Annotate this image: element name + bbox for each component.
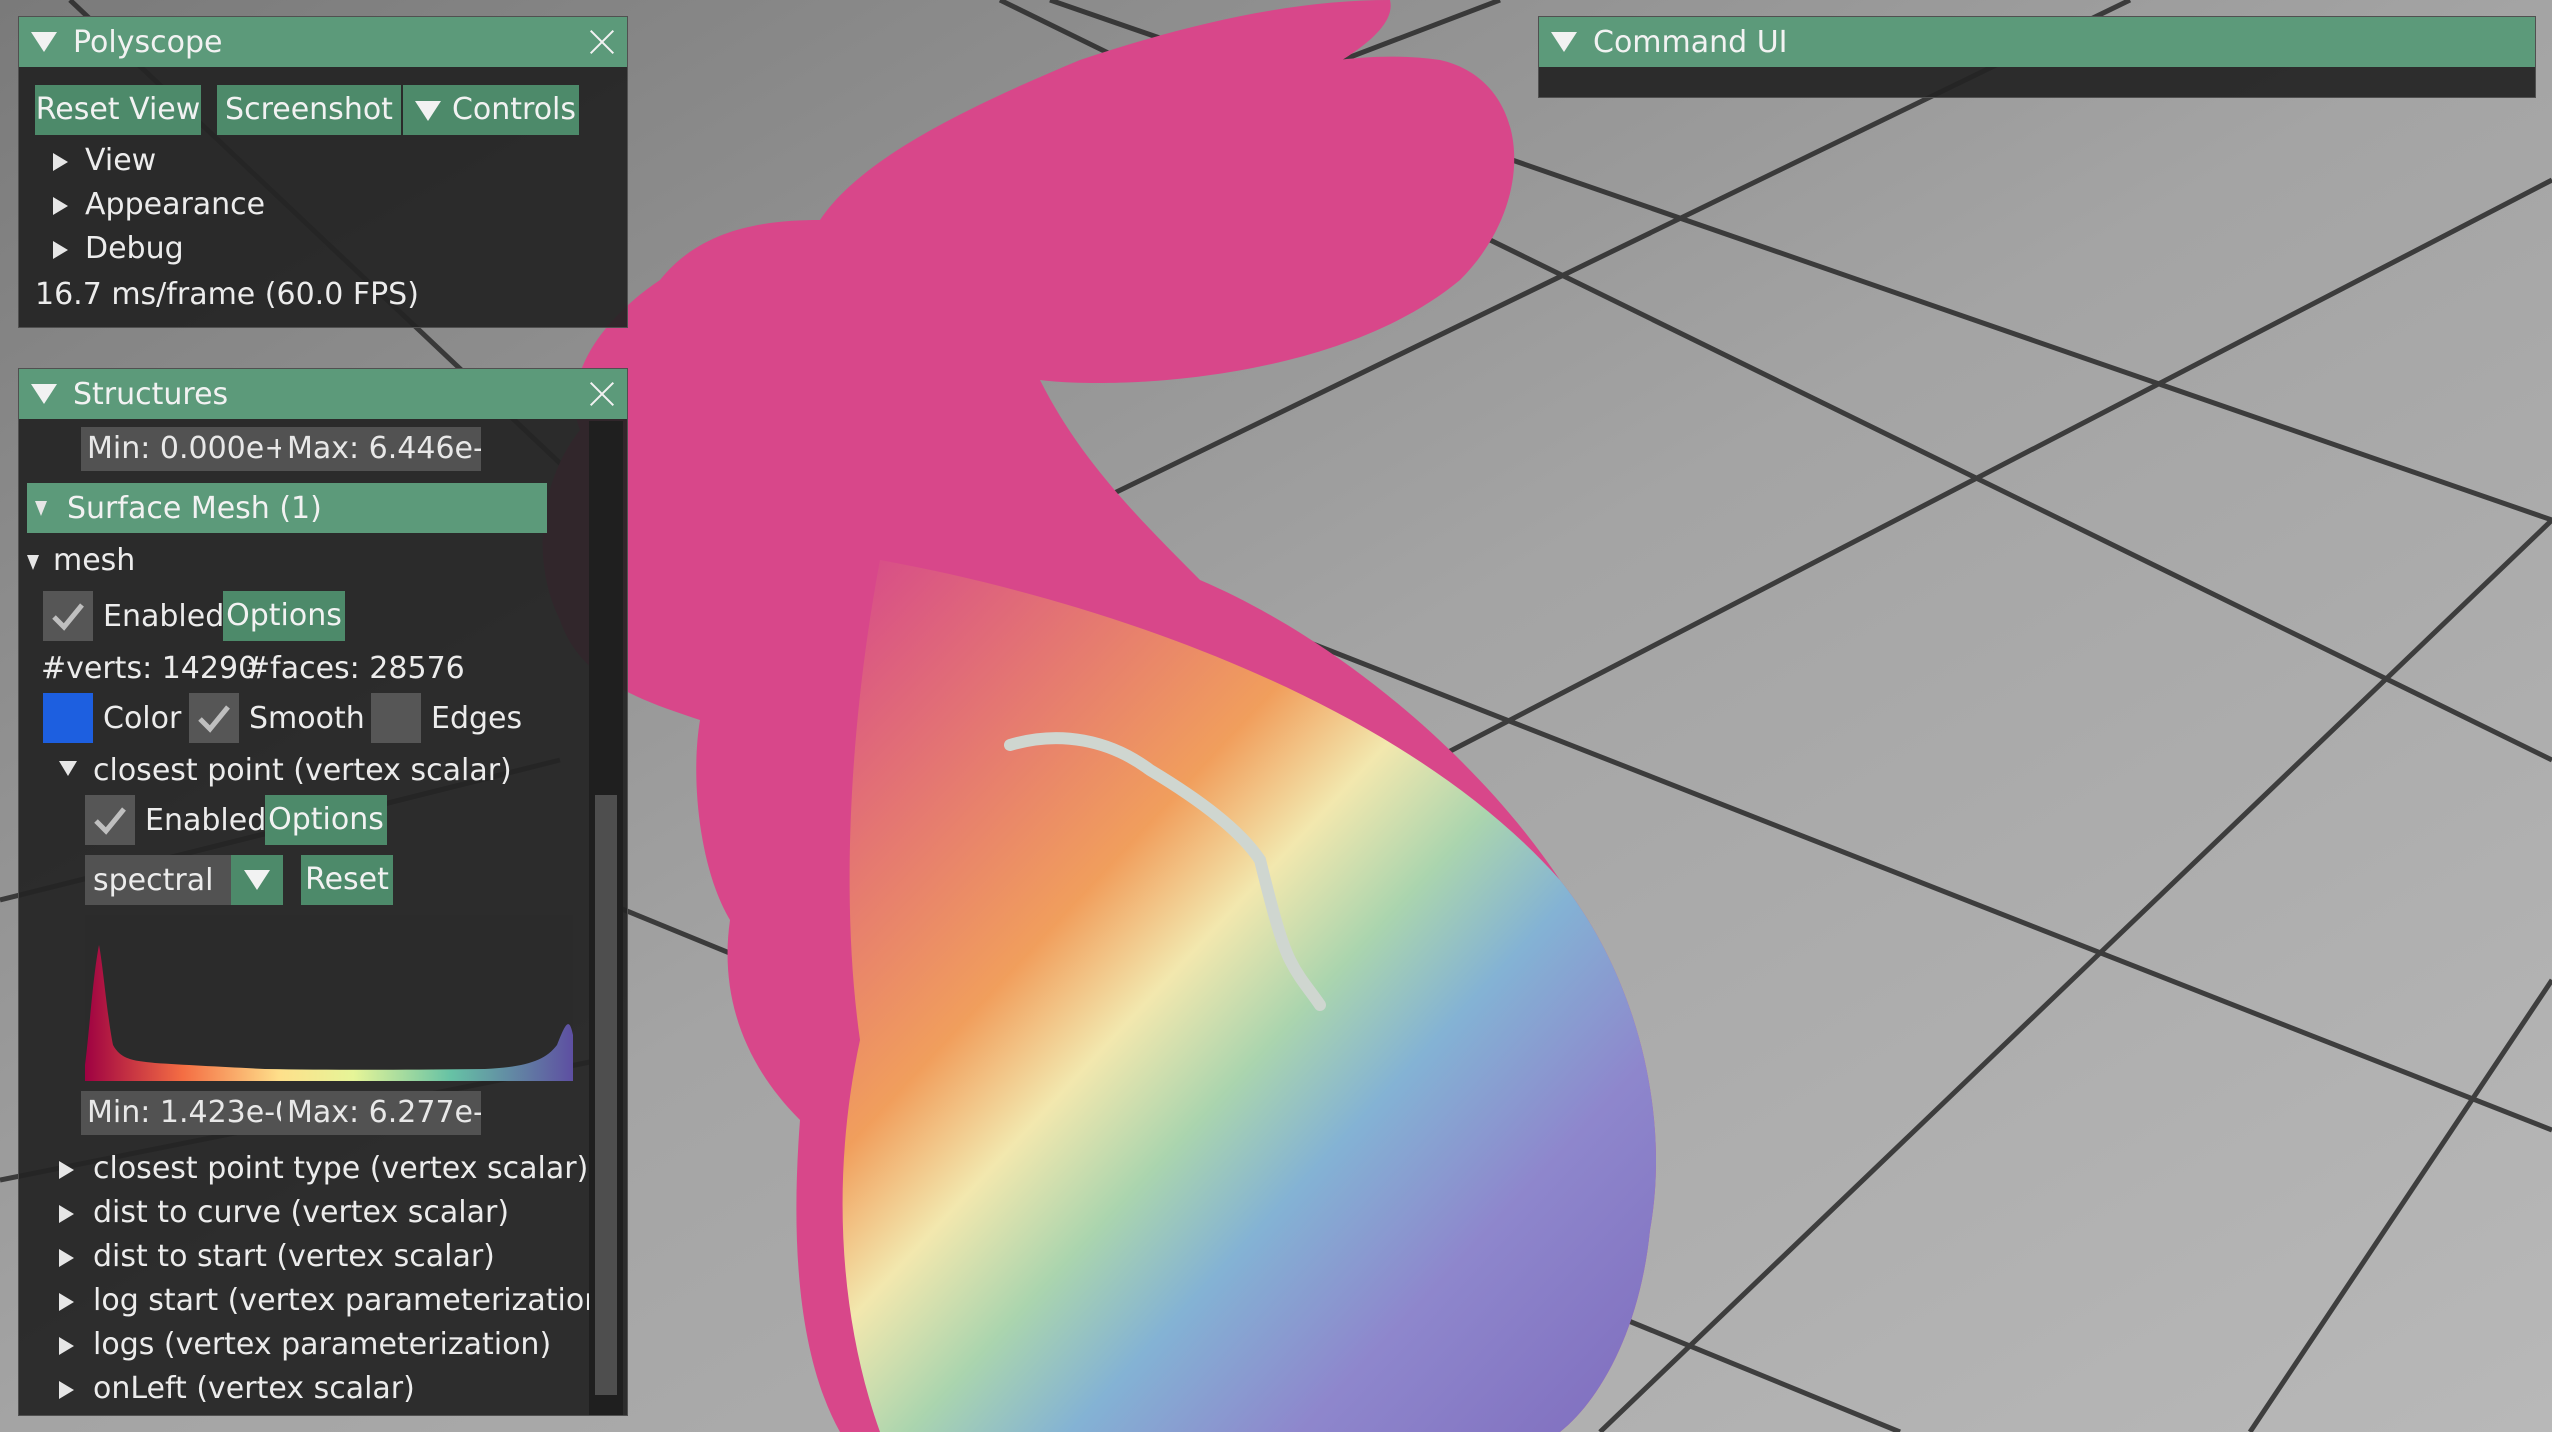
smooth-checkbox[interactable] bbox=[189, 693, 239, 743]
collapse-triangle-icon[interactable] bbox=[31, 384, 57, 404]
dropdown-arrow-icon bbox=[415, 100, 441, 121]
command-ui-window: Command UI bbox=[1538, 16, 2536, 98]
mesh-enabled-label: Enabled bbox=[103, 599, 225, 634]
quantity-item[interactable]: closest point type (vertex scalar) bbox=[93, 1151, 588, 1186]
quantity-item[interactable]: log start (vertex parameterization) bbox=[93, 1283, 615, 1318]
quantity-item[interactable]: logs (vertex parameterization) bbox=[93, 1327, 551, 1362]
checkmark-icon bbox=[94, 807, 126, 835]
top-max-field[interactable]: Max: 6.446e-0 bbox=[281, 427, 481, 471]
quantity-item[interactable]: dist to curve (vertex scalar) bbox=[93, 1195, 509, 1230]
quantity-label[interactable]: closest point (vertex scalar) bbox=[93, 753, 512, 788]
menu-appearance[interactable]: Appearance bbox=[85, 187, 265, 222]
smooth-label: Smooth bbox=[249, 701, 365, 736]
verts-count: #verts: 14290 bbox=[41, 651, 258, 686]
fps-readout: 16.7 ms/frame (60.0 FPS) bbox=[35, 277, 419, 312]
colormap-select[interactable]: spectral bbox=[85, 855, 283, 905]
collapse-triangle-icon[interactable] bbox=[31, 32, 57, 52]
command-ui-titlebar[interactable]: Command UI bbox=[1539, 17, 2535, 67]
checkmark-icon bbox=[52, 603, 84, 631]
polyscope-titlebar[interactable]: Polyscope bbox=[19, 17, 627, 67]
dropdown-arrow-icon bbox=[244, 870, 270, 890]
colormap-dropdown-button[interactable] bbox=[231, 855, 283, 905]
controls-button[interactable]: Controls bbox=[449, 85, 579, 135]
mesh-enabled-checkbox[interactable] bbox=[43, 591, 93, 641]
expand-arrow-icon[interactable] bbox=[53, 197, 68, 215]
color-label: Color bbox=[103, 701, 182, 736]
expand-arrow-icon[interactable] bbox=[59, 1249, 74, 1267]
mesh-options-button[interactable]: Options bbox=[223, 591, 345, 641]
surface-mesh-label: Surface Mesh (1) bbox=[67, 491, 322, 526]
quantity-options-button[interactable]: Options bbox=[265, 795, 387, 845]
reset-view-button[interactable]: Reset View bbox=[35, 85, 201, 135]
window-title: Structures bbox=[73, 376, 229, 412]
menu-view[interactable]: View bbox=[85, 143, 156, 178]
edges-label: Edges bbox=[431, 701, 523, 736]
expand-arrow-icon[interactable] bbox=[59, 1337, 74, 1355]
polyscope-window: Polyscope Reset View Screenshot Controls… bbox=[18, 16, 628, 328]
scrollbar-thumb[interactable] bbox=[595, 795, 617, 1395]
colormap-reset-button[interactable]: Reset bbox=[301, 855, 393, 905]
mesh-name[interactable]: mesh bbox=[53, 543, 135, 578]
screenshot-dropdown-button[interactable] bbox=[403, 85, 453, 135]
expand-arrow-icon[interactable] bbox=[59, 1161, 74, 1179]
histogram[interactable] bbox=[85, 915, 573, 1081]
expand-arrow-icon[interactable] bbox=[59, 1381, 74, 1399]
collapse-arrow-icon[interactable] bbox=[35, 501, 47, 516]
structures-window: Structures Min: 0.000e+0 Max: 6.446e-0 S… bbox=[18, 368, 628, 1416]
quantity-enabled-label: Enabled bbox=[145, 803, 267, 838]
mesh-color-swatch[interactable] bbox=[43, 693, 93, 743]
colormap-value: spectral bbox=[93, 863, 214, 898]
quantity-item[interactable]: dist to start (vertex scalar) bbox=[93, 1239, 495, 1274]
menu-debug[interactable]: Debug bbox=[85, 231, 184, 266]
expand-arrow-icon[interactable] bbox=[59, 1293, 74, 1311]
top-min-field[interactable]: Min: 0.000e+0 bbox=[81, 427, 297, 471]
collapse-arrow-icon[interactable] bbox=[59, 761, 77, 776]
window-title: Command UI bbox=[1593, 24, 1788, 60]
structures-titlebar[interactable]: Structures bbox=[19, 369, 627, 419]
quantity-max-field[interactable]: Max: 6.277e-0 bbox=[281, 1091, 481, 1135]
close-icon[interactable] bbox=[589, 29, 615, 55]
collapse-triangle-icon[interactable] bbox=[1551, 32, 1577, 52]
edges-checkbox[interactable] bbox=[371, 693, 421, 743]
quantity-enabled-checkbox[interactable] bbox=[85, 795, 135, 845]
window-title: Polyscope bbox=[73, 24, 223, 60]
expand-arrow-icon[interactable] bbox=[53, 241, 68, 259]
close-icon[interactable] bbox=[589, 381, 615, 407]
collapse-arrow-icon[interactable] bbox=[27, 555, 39, 570]
expand-arrow-icon[interactable] bbox=[59, 1205, 74, 1223]
structures-scrollbar[interactable] bbox=[589, 421, 623, 1415]
quantity-min-field[interactable]: Min: 1.423e-0 bbox=[81, 1091, 297, 1135]
histogram-plot bbox=[85, 945, 573, 1081]
surface-mesh-header[interactable]: Surface Mesh (1) bbox=[27, 483, 547, 533]
screenshot-button[interactable]: Screenshot bbox=[217, 85, 401, 135]
faces-count: #faces: 28576 bbox=[245, 651, 465, 686]
checkmark-icon bbox=[198, 705, 230, 733]
expand-arrow-icon[interactable] bbox=[53, 153, 68, 171]
quantity-item[interactable]: onLeft (vertex scalar) bbox=[93, 1371, 415, 1406]
